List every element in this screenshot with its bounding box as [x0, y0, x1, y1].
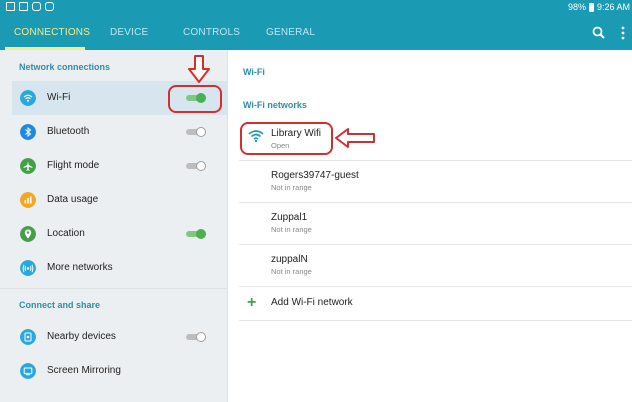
sidebar-item-label: More networks — [47, 262, 113, 273]
section-network-connections: Network connections — [19, 62, 111, 72]
screenshot-icon — [19, 2, 28, 11]
sidebar-item-label: Bluetooth — [47, 126, 90, 137]
network-divider — [239, 286, 632, 287]
search-icon[interactable] — [589, 23, 609, 43]
screen-mirroring-icon — [20, 363, 36, 379]
notification-icon — [6, 2, 15, 11]
sidebar-item-more-networks[interactable]: More networks — [0, 251, 228, 285]
add-network-label: Add Wi-Fi network — [271, 297, 353, 308]
network-divider — [239, 202, 632, 203]
bluetooth-toggle[interactable] — [186, 127, 206, 137]
network-item-zuppaln[interactable]: zuppalN Not in range — [229, 246, 632, 286]
sidebar-item-bluetooth[interactable]: Bluetooth — [0, 115, 228, 149]
section-connect-and-share: Connect and share — [19, 300, 101, 310]
sidebar-item-screen-mirroring[interactable]: Screen Mirroring — [0, 354, 228, 388]
airplane-icon — [20, 158, 36, 174]
network-item-rogers39747-guest[interactable]: Rogers39747-guest Not in range — [229, 162, 632, 202]
sidebar-item-label: Data usage — [47, 194, 99, 205]
tab-connections[interactable]: CONNECTIONS — [14, 16, 90, 50]
sidebar-item-label: Location — [47, 228, 85, 239]
wifi-networks-header: Wi-Fi networks — [243, 100, 307, 110]
location-icon — [20, 226, 36, 242]
section-divider — [0, 288, 228, 289]
flight-mode-toggle[interactable] — [186, 161, 206, 171]
network-status: Not in range — [271, 225, 312, 234]
status-bar: 98% 9:26 AM — [0, 0, 632, 16]
network-name: Zuppal1 — [271, 212, 308, 223]
data-usage-icon — [20, 192, 36, 208]
sidebar-item-data-usage[interactable]: Data usage — [0, 183, 228, 217]
notification-icons — [6, 2, 54, 11]
battery-percent: 98% — [567, 2, 586, 12]
bluetooth-icon — [20, 124, 36, 140]
sidebar-item-flight-mode[interactable]: Flight mode — [0, 149, 228, 183]
sync-icon — [32, 2, 41, 11]
tab-general[interactable]: GENERAL — [266, 16, 315, 50]
sidebar-item-wifi[interactable]: Wi-Fi — [12, 81, 228, 115]
more-networks-icon — [20, 260, 36, 276]
nearby-devices-icon — [20, 329, 36, 345]
sidebar-item-label: Screen Mirroring — [47, 365, 121, 376]
network-name: zuppalN — [271, 254, 308, 265]
wifi-toggle[interactable] — [186, 93, 206, 103]
status-right: 98% 9:26 AM — [568, 2, 630, 12]
wifi-icon — [20, 90, 36, 106]
battery-icon — [588, 2, 594, 12]
wifi-signal-icon — [248, 130, 264, 143]
plus-icon: + — [247, 294, 257, 311]
wifi-detail-panel: Wi-Fi Wi-Fi networks Library Wifi Open R… — [229, 50, 632, 402]
tab-device[interactable]: DEVICE — [110, 16, 148, 50]
cloud-icon — [45, 2, 54, 11]
network-item-library-wifi[interactable]: Library Wifi Open — [229, 120, 632, 160]
nearby-devices-toggle[interactable] — [186, 332, 206, 342]
network-divider — [239, 320, 632, 321]
network-status: Not in range — [271, 183, 312, 192]
clock: 9:26 AM — [596, 2, 630, 12]
add-wifi-network-button[interactable]: + Add Wi-Fi network — [243, 293, 623, 315]
network-item-zuppal1[interactable]: Zuppal1 Not in range — [229, 204, 632, 244]
network-status: Not in range — [271, 267, 312, 276]
network-status: Open — [271, 141, 290, 150]
network-divider — [239, 244, 632, 245]
network-divider — [239, 160, 632, 161]
settings-sidebar: Network connections Wi-Fi Bluetooth Flig… — [0, 50, 228, 402]
wifi-header: Wi-Fi — [243, 67, 265, 77]
settings-tab-bar: CONNECTIONS DEVICE CONTROLS GENERAL — [0, 16, 632, 50]
tab-controls[interactable]: CONTROLS — [183, 16, 240, 50]
location-toggle[interactable] — [186, 229, 206, 239]
network-name: Library Wifi — [271, 128, 322, 139]
network-name: Rogers39747-guest — [271, 170, 359, 181]
sidebar-item-label: Wi-Fi — [47, 92, 71, 103]
more-vert-icon[interactable] — [613, 23, 632, 43]
sidebar-item-nearby-devices[interactable]: Nearby devices — [0, 320, 228, 354]
sidebar-item-label: Flight mode — [47, 160, 100, 171]
sidebar-item-location[interactable]: Location — [0, 217, 228, 251]
sidebar-item-label: Nearby devices — [47, 331, 116, 342]
